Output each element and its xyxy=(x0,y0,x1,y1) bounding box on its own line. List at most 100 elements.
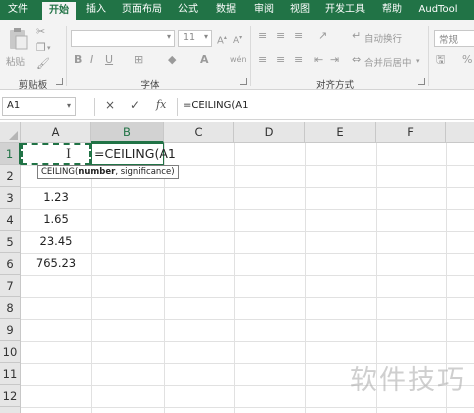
enter-icon[interactable]: ✓ xyxy=(130,98,140,112)
align-center-icon[interactable]: ≡ xyxy=(276,54,285,66)
tab-help[interactable]: 帮助 xyxy=(376,0,408,20)
row-header-10[interactable]: 10 xyxy=(0,341,21,363)
bold-icon[interactable]: B xyxy=(74,54,82,66)
border-icon[interactable]: ⊞ xyxy=(134,54,143,66)
tab-audtool[interactable]: AudTool xyxy=(414,0,462,20)
select-all-button[interactable] xyxy=(0,122,21,143)
currency-icon[interactable]: 🖫 xyxy=(436,54,445,66)
fill-color-icon[interactable]: ◆ xyxy=(168,54,176,66)
increase-indent-icon[interactable]: ⇥ xyxy=(330,54,339,66)
tooltip-function: CEILING( xyxy=(41,167,79,177)
gridline xyxy=(21,275,474,276)
cancel-icon[interactable]: × xyxy=(105,98,115,112)
orientation-icon[interactable]: ↗ xyxy=(318,30,327,42)
cell-a5[interactable]: 23.45 xyxy=(21,234,91,248)
font-color-icon[interactable]: A xyxy=(200,54,209,66)
tab-file[interactable]: 文件 xyxy=(2,0,34,20)
tab-view[interactable]: 视图 xyxy=(284,0,316,20)
gridline xyxy=(21,231,474,232)
gridline xyxy=(21,209,474,210)
column-header-g[interactable] xyxy=(446,122,474,143)
align-left-icon[interactable]: ≡ xyxy=(258,54,267,66)
row-header-13[interactable]: 13 xyxy=(0,407,21,413)
copy-icon[interactable]: ❐ xyxy=(36,42,46,54)
column-header-f[interactable]: F xyxy=(376,122,446,143)
percent-icon[interactable]: % xyxy=(462,54,472,66)
cell-a6[interactable]: 765.23 xyxy=(21,256,91,270)
merge-center-button[interactable]: 合并后居中 xyxy=(364,55,412,69)
group-separator xyxy=(250,26,251,86)
wrap-text-icon[interactable]: ↵ xyxy=(352,30,361,42)
tab-home[interactable]: 开始 xyxy=(42,2,76,20)
chevron-down-icon: ▾ xyxy=(166,32,171,41)
align-bottom-icon[interactable]: ≡ xyxy=(294,30,303,42)
cell-a1-reference[interactable] xyxy=(21,143,91,165)
tooltip-arg-number[interactable]: number xyxy=(78,167,115,177)
name-box-value: A1 xyxy=(7,100,21,111)
row-header-1[interactable]: 1 xyxy=(0,143,21,165)
insert-function-icon[interactable]: fx xyxy=(156,98,166,111)
tab-review[interactable]: 审阅 xyxy=(248,0,280,20)
phonetic-icon[interactable]: wén xyxy=(230,54,247,66)
column-header-e[interactable]: E xyxy=(305,122,376,143)
alignment-launcher-icon[interactable] xyxy=(418,78,425,85)
group-separator xyxy=(66,26,67,86)
cell-a4[interactable]: 1.65 xyxy=(21,212,91,226)
cut-icon[interactable]: ✂ xyxy=(36,26,45,38)
row-header-8[interactable]: 8 xyxy=(0,297,21,319)
paste-icon[interactable] xyxy=(8,26,28,52)
column-header-b[interactable]: B xyxy=(91,122,164,143)
row-header-12[interactable]: 12 xyxy=(0,385,21,407)
tab-insert[interactable]: 插入 xyxy=(80,0,112,20)
gridline xyxy=(21,297,474,298)
formula-input[interactable]: =CEILING(A1 xyxy=(183,100,248,111)
chevron-down-icon: ▾ xyxy=(203,32,208,41)
cell-a3[interactable]: 1.23 xyxy=(21,190,91,204)
row-header-11[interactable]: 11 xyxy=(0,363,21,385)
number-format-dropdown[interactable]: 常规 xyxy=(434,30,474,47)
clipboard-launcher-icon[interactable] xyxy=(56,78,63,85)
font-size-value: 11 xyxy=(183,32,196,43)
wrap-text-button[interactable]: 自动换行 xyxy=(364,31,402,45)
row-header-9[interactable]: 9 xyxy=(0,319,21,341)
tab-formulas[interactable]: 公式 xyxy=(172,0,204,20)
alignment-group-label: 对齐方式 xyxy=(315,80,354,91)
copy-dropdown-icon[interactable]: ▾ xyxy=(47,42,51,54)
italic-icon[interactable]: I xyxy=(90,54,93,66)
merge-dropdown-icon[interactable]: ▾ xyxy=(416,55,420,67)
cell-b1-editor[interactable]: =CEILING(A1 xyxy=(91,143,176,165)
tab-developer[interactable]: 开发工具 xyxy=(320,0,370,20)
paste-label[interactable]: 粘贴 xyxy=(6,54,25,68)
merge-center-icon[interactable]: ⇔ xyxy=(352,54,361,66)
gridline xyxy=(21,319,474,320)
worksheet-grid[interactable]: A B C D E F 1 2 3 4 5 6 7 8 9 10 11 12 1… xyxy=(0,122,474,413)
font-launcher-icon[interactable] xyxy=(240,78,247,85)
row-header-6[interactable]: 6 xyxy=(0,253,21,275)
name-box[interactable]: A1 ▾ xyxy=(2,97,76,116)
align-right-icon[interactable]: ≡ xyxy=(294,54,303,66)
underline-icon[interactable]: U xyxy=(105,54,113,66)
function-tooltip: CEILING(number, significance) xyxy=(37,165,179,179)
column-header-d[interactable]: D xyxy=(234,122,305,143)
align-middle-icon[interactable]: ≡ xyxy=(276,30,285,42)
decrease-indent-icon[interactable]: ⇤ xyxy=(314,54,323,66)
cell-b1-formula: =CEILING(A1 xyxy=(94,146,176,161)
row-header-2[interactable]: 2 xyxy=(0,165,21,187)
row-header-5[interactable]: 5 xyxy=(0,231,21,253)
font-size-dropdown[interactable]: 11 ▾ xyxy=(178,30,212,47)
number-format-value: 常规 xyxy=(439,35,459,46)
column-header-a[interactable]: A xyxy=(21,122,91,143)
font-name-dropdown[interactable]: ▾ xyxy=(71,30,175,47)
row-header-4[interactable]: 4 xyxy=(0,209,21,231)
tab-data[interactable]: 数据 xyxy=(210,0,242,20)
format-painter-icon[interactable]: 🖌 xyxy=(36,58,50,70)
align-top-icon[interactable]: ≡ xyxy=(258,30,267,42)
row-header-3[interactable]: 3 xyxy=(0,187,21,209)
tab-page-layout[interactable]: 页面布局 xyxy=(118,0,166,20)
column-header-c[interactable]: C xyxy=(164,122,234,143)
tooltip-arg-significance[interactable]: , significance) xyxy=(115,167,174,177)
row-header-7[interactable]: 7 xyxy=(0,275,21,297)
decrease-font-icon[interactable]: A▾ xyxy=(233,32,242,47)
gridline xyxy=(21,341,474,342)
increase-font-icon[interactable]: A▴ xyxy=(217,32,227,47)
